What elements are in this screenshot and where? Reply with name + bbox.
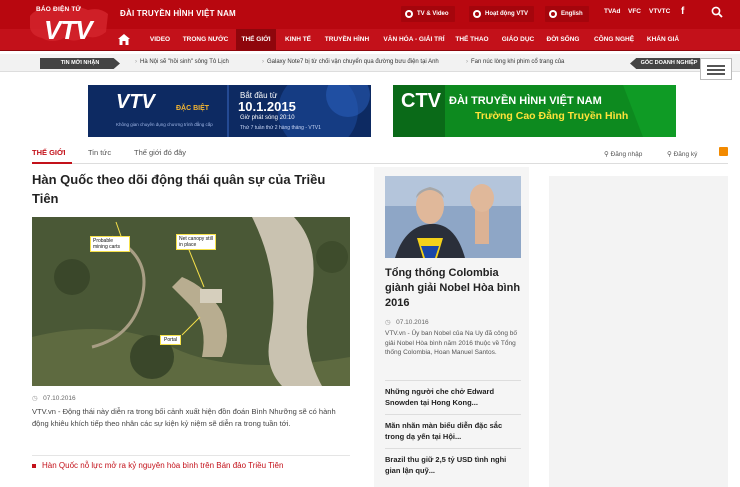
login-link[interactable]: ⚲ Đăng nhập [604,150,642,158]
globe-icon [549,10,557,18]
side-article-description: VTV.vn - Ủy ban Nobel của Na Uy đã công … [385,330,517,356]
site-title: ĐÀI TRUYỀN HÌNH VIỆT NAM [120,9,236,18]
tab-the-gioi-do-day[interactable]: Thế giới đó đây [134,148,186,157]
user-icon: ⚲ [604,151,611,158]
ticker-text: Fan núc lòng khi phim cổ trang của [471,59,565,65]
nav-video[interactable]: VIDEO [143,29,177,51]
list-item[interactable]: Brazil thu giữ 2,5 tỷ USD tình nghi gian… [385,448,521,476]
vtv-special-banner[interactable]: VTV ĐẶC BIỆT Không gian chuyên dụng chươ… [88,85,371,137]
image-label-net-canopy: Net canopy still in place [176,234,216,250]
clock-icon: ◷ [385,319,397,326]
nav-the-gioi[interactable]: THẾ GIỚI [236,29,276,51]
news-ticker: TIN MỚI NHẬN › Hà Nội sẽ "hồi sinh" sông … [0,54,740,72]
ticker-label: TIN MỚI NHẬN [40,58,120,69]
nav-van-hoa[interactable]: VĂN HÓA - GIẢI TRÍ [377,29,451,51]
side-article-image[interactable] [385,176,521,258]
main-article-date: ◷ 07.10.2016 [32,394,76,402]
vtv-activity-label: Hoạt động VTV [485,11,528,17]
ticker-text: Galaxy Note7 bị từ chối vận chuyển qua đ… [267,59,439,65]
rss-icon[interactable] [719,147,728,156]
ctv-banner[interactable]: CTV ĐÀI TRUYỀN HÌNH VIỆT NAM Trường Cao … [393,85,676,137]
ctv-title: ĐÀI TRUYỀN HÌNH VIỆT NAM [449,95,602,107]
main-article-title[interactable]: Hàn Quốc theo dõi động thái quân sự của … [32,170,352,208]
english-link[interactable]: English [545,6,589,22]
ticker-text: Hà Nội sẽ "hồi sinh" sông Tô Lịch [140,59,229,65]
tab-the-gioi[interactable]: THẾ GIỚI [32,148,65,157]
clock-icon: ◷ [32,395,44,402]
logo-caption: BÁO ĐIỆN TỬ [36,6,82,13]
banner-date: 10.1.2015 [238,99,296,114]
bullet-icon [32,463,36,468]
ctv-logo: CTV [401,90,441,112]
search-icon[interactable] [711,6,723,18]
business-corner-label[interactable]: GÓC DOANH NGHIỆP [630,58,708,69]
home-icon[interactable] [118,34,130,45]
main-nav: VIDEO TRONG NƯỚC THẾ GIỚI KINH TẾ TRUYỀN… [0,29,740,51]
ctv-subtitle: Trường Cao Đẳng Truyền Hình [475,110,629,122]
logo-wordmark: VTV [44,15,93,45]
ticker-item[interactable]: › Hà Nội sẽ "hồi sinh" sông Tô Lịch [135,59,229,65]
right-ad-column [549,176,728,487]
banner-time: Giờ phát sóng 20:10 [240,115,295,121]
user-add-icon: ⚲ [667,151,674,158]
channel-vfc[interactable]: VFC [628,8,641,15]
facebook-icon[interactable]: f [681,6,684,17]
ticker-item[interactable]: › Fan núc lòng khi phim cổ trang của [466,59,564,65]
main-article-image[interactable]: Probable mining carts Net canopy still i… [32,217,350,386]
tv-video-link[interactable]: TV & Video [401,6,455,22]
main-article-date-text: 07.10.2016 [43,395,76,402]
banner-vtv-logo: VTV [116,91,155,113]
nav-cong-nghe[interactable]: CÔNG NGHỆ [589,29,639,51]
section-bar: THẾ GIỚI Tin tức Thế giới đó đây ⚲ Đăng … [32,147,728,164]
nav-trong-nuoc[interactable]: TRONG NƯỚC [177,29,234,51]
nav-truyen-hinh[interactable]: TRUYỀN HÌNH [319,29,375,51]
nav-doi-song[interactable]: ĐỜI SỐNG [542,29,584,51]
page: BÁO ĐIỆN TỬ VTV ĐÀI TRUYỀN HÌNH VIỆT NAM… [0,0,740,487]
image-label-mining-carts: Probable mining carts [90,236,130,252]
hamburger-menu-icon[interactable] [700,58,732,80]
list-item[interactable]: Mãn nhãn màn biểu diễn đặc sắc trong dạ … [385,414,521,442]
english-label: English [561,11,583,17]
side-article-title[interactable]: Tổng thống Colombia giành giải Nobel Hòa… [385,266,521,311]
related-article-text: Hàn Quốc nỗ lực mở ra kỷ nguyên hòa bình… [42,461,284,470]
register-link[interactable]: ⚲ Đăng ký [667,150,697,158]
register-label: Đăng ký [673,151,698,158]
list-item[interactable]: Những người che chở Edward Snowden tại H… [385,380,521,408]
login-label: Đăng nhập [610,151,643,158]
nav-the-thao[interactable]: THỂ THAO [452,29,492,51]
vtv-activity-link[interactable]: Hoạt động VTV [469,6,534,22]
tv-video-label: TV & Video [417,11,449,17]
side-article-date: ◷ 07.10.2016 [385,318,429,326]
related-article-link[interactable]: Hàn Quốc nỗ lực mở ra kỷ nguyên hòa bình… [32,455,350,470]
nav-khan-gia[interactable]: KHÁN GIẢ [641,29,685,51]
tab-tin-tuc[interactable]: Tin tức [88,148,111,157]
active-tab-underline [32,162,72,164]
nav-kinh-te[interactable]: KINH TẾ [278,29,318,51]
banner-special-text: ĐẶC BIỆT [176,105,210,112]
banner-schedule: Thứ 7 tuần thứ 2 hàng tháng - VTV1 [240,125,321,131]
banner-tagline: Không gian chuyên dụng chương trình đẳng… [116,122,213,127]
channel-vtvtc[interactable]: VTVTC [649,8,670,15]
ticker-item[interactable]: › Galaxy Note7 bị từ chối vận chuyển qua … [262,59,439,65]
activity-icon [473,10,481,18]
top-header: BÁO ĐIỆN TỬ VTV ĐÀI TRUYỀN HÌNH VIỆT NAM… [0,0,740,45]
side-article-date-text: 07.10.2016 [396,319,429,326]
image-label-portal: Portal [160,335,182,345]
colombia-president-photo [385,176,521,258]
channel-tvad[interactable]: TVAd [604,8,621,15]
main-article-description: VTV.vn - Động thái này diễn ra trong bối… [32,407,336,428]
nav-giao-duc[interactable]: GIÁO DỤC [497,29,539,51]
vtv-logo[interactable]: BÁO ĐIỆN TỬ VTV [28,0,110,52]
tv-icon [405,10,413,18]
